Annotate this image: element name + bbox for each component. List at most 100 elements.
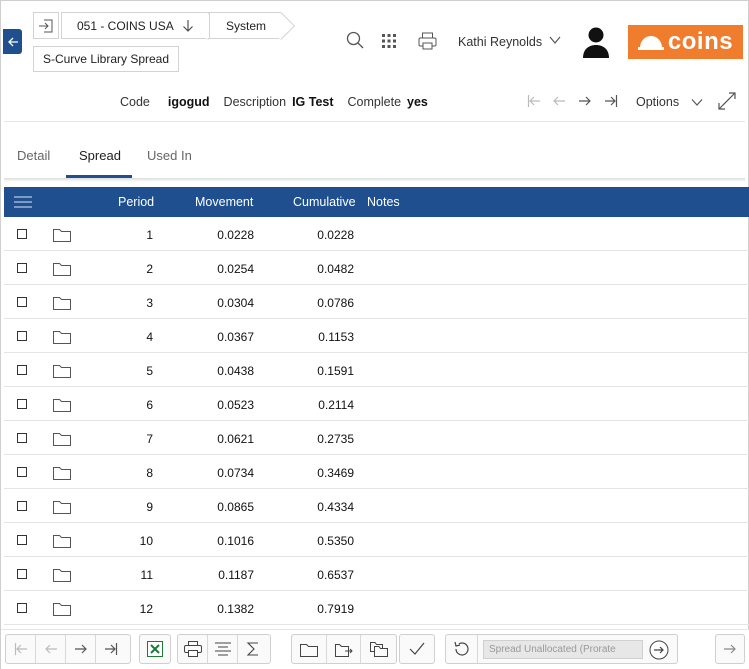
table-row[interactable]: 11 0.1187 0.6537: [4, 557, 749, 591]
record-info: Code igogud Description IG Test Complete…: [120, 95, 428, 109]
export-excel-button[interactable]: [140, 635, 170, 663]
table-row[interactable]: 7 0.0621 0.2735: [4, 421, 749, 455]
table-row[interactable]: 10 0.1016 0.5350: [4, 523, 749, 557]
column-header-notes[interactable]: Notes: [367, 195, 400, 209]
row-checkbox[interactable]: [17, 501, 27, 511]
cell-period: 8: [146, 466, 153, 480]
row-checkbox[interactable]: [17, 263, 27, 273]
table-row[interactable]: 5 0.0438 0.1591: [4, 353, 749, 387]
expand-icon[interactable]: [717, 91, 737, 116]
row-checkbox[interactable]: [17, 433, 27, 443]
header-divider: [4, 121, 745, 122]
folder-icon[interactable]: [53, 465, 71, 483]
row-checkbox[interactable]: [17, 399, 27, 409]
cell-cumulative: 0.0786: [317, 296, 354, 310]
folders-icon: [369, 642, 388, 657]
previous-page-button[interactable]: [36, 635, 66, 663]
folder-icon[interactable]: [53, 567, 71, 585]
back-button[interactable]: [3, 29, 22, 54]
folder-icon[interactable]: [53, 397, 71, 415]
table-row[interactable]: 4 0.0367 0.1153: [4, 319, 749, 353]
next-record-icon[interactable]: [578, 93, 592, 114]
row-checkbox[interactable]: [17, 603, 27, 613]
move-to-folder-button[interactable]: [327, 635, 362, 663]
confirm-button[interactable]: [400, 635, 434, 663]
cell-period: 3: [146, 296, 153, 310]
print-icon: [183, 641, 202, 657]
apps-grid-icon[interactable]: [381, 33, 397, 54]
search-icon[interactable]: [346, 31, 364, 54]
folder-icon[interactable]: [53, 295, 71, 313]
chevron-down-icon[interactable]: [549, 33, 561, 52]
row-checkbox[interactable]: [17, 331, 27, 341]
folders-button[interactable]: [361, 635, 396, 663]
breadcrumb-page[interactable]: S-Curve Library Spread: [33, 46, 179, 72]
row-checkbox[interactable]: [17, 297, 27, 307]
breadcrumb-company[interactable]: 051 - COINS USA: [61, 11, 223, 41]
first-page-button[interactable]: [6, 635, 36, 663]
table-row[interactable]: 6 0.0523 0.2114: [4, 387, 749, 421]
cell-movement: 0.0228: [217, 228, 254, 242]
row-checkbox[interactable]: [17, 467, 27, 477]
cell-period: 12: [139, 602, 153, 616]
chevron-down-icon: [691, 99, 703, 106]
table-row[interactable]: 2 0.0254 0.0482: [4, 251, 749, 285]
folder-icon[interactable]: [53, 431, 71, 449]
previous-record-icon[interactable]: [552, 93, 566, 114]
cell-period: 9: [146, 500, 153, 514]
avatar-icon[interactable]: [581, 25, 611, 64]
tab-used-in[interactable]: Used In: [147, 148, 192, 163]
forward-button[interactable]: [716, 635, 744, 663]
open-folder-button[interactable]: [292, 635, 327, 663]
last-page-button[interactable]: [96, 635, 126, 663]
row-checkbox[interactable]: [17, 365, 27, 375]
cell-movement: 0.1016: [217, 534, 254, 548]
table-row[interactable]: 1 0.0228 0.0228: [4, 217, 749, 251]
previous-icon: [44, 644, 57, 654]
folder-icon[interactable]: [53, 499, 71, 517]
table-row[interactable]: 8 0.0734 0.3469: [4, 455, 749, 489]
breadcrumb-company-label: 051 - COINS USA: [77, 18, 174, 33]
options-menu[interactable]: Options: [636, 95, 703, 109]
folder-icon[interactable]: [53, 261, 71, 279]
logo-text: coins: [667, 28, 734, 55]
first-icon: [14, 643, 27, 655]
refresh-button[interactable]: [446, 635, 478, 663]
folder-icon[interactable]: [53, 533, 71, 551]
print-grid-button[interactable]: [178, 635, 208, 663]
cell-movement: 0.0865: [217, 500, 254, 514]
sum-button[interactable]: [238, 635, 268, 663]
align-button[interactable]: [208, 635, 238, 663]
row-checkbox[interactable]: [17, 535, 27, 545]
table-row[interactable]: 9 0.0865 0.4334: [4, 489, 749, 523]
folder-icon[interactable]: [53, 227, 71, 245]
cell-movement: 0.0734: [217, 466, 254, 480]
align-icon: [214, 642, 231, 656]
arrow-down-icon[interactable]: [182, 19, 194, 33]
column-header-period[interactable]: Period: [118, 195, 154, 209]
spread-method-field[interactable]: Spread Unallocated (Prorate: [483, 640, 643, 659]
breadcrumb-home[interactable]: [33, 12, 59, 39]
user-name[interactable]: Kathi Reynolds: [458, 35, 542, 49]
table-row[interactable]: 3 0.0304 0.0786: [4, 285, 749, 319]
row-checkbox[interactable]: [17, 569, 27, 579]
cell-period: 2: [146, 262, 153, 276]
next-page-button[interactable]: [66, 635, 96, 663]
folder-icon[interactable]: [53, 329, 71, 347]
print-icon[interactable]: [418, 32, 437, 55]
first-record-icon[interactable]: [527, 93, 541, 114]
table-row[interactable]: 12 0.1382 0.7919: [4, 591, 749, 625]
row-checkbox[interactable]: [17, 229, 27, 239]
tab-spread[interactable]: Spread: [79, 148, 121, 163]
last-record-icon[interactable]: [604, 93, 618, 114]
complete-label: Complete: [347, 95, 402, 109]
folder-icon[interactable]: [53, 363, 71, 381]
column-header-cumulative[interactable]: Cumulative: [293, 195, 356, 209]
breadcrumb-system-label: System: [226, 18, 267, 33]
grid-menu-icon[interactable]: [14, 195, 32, 212]
tab-detail[interactable]: Detail: [17, 148, 50, 163]
column-header-movement[interactable]: Movement: [195, 195, 253, 209]
breadcrumb-system[interactable]: System: [209, 11, 296, 41]
folder-icon[interactable]: [53, 601, 71, 619]
go-arrow-icon[interactable]: [649, 640, 669, 665]
